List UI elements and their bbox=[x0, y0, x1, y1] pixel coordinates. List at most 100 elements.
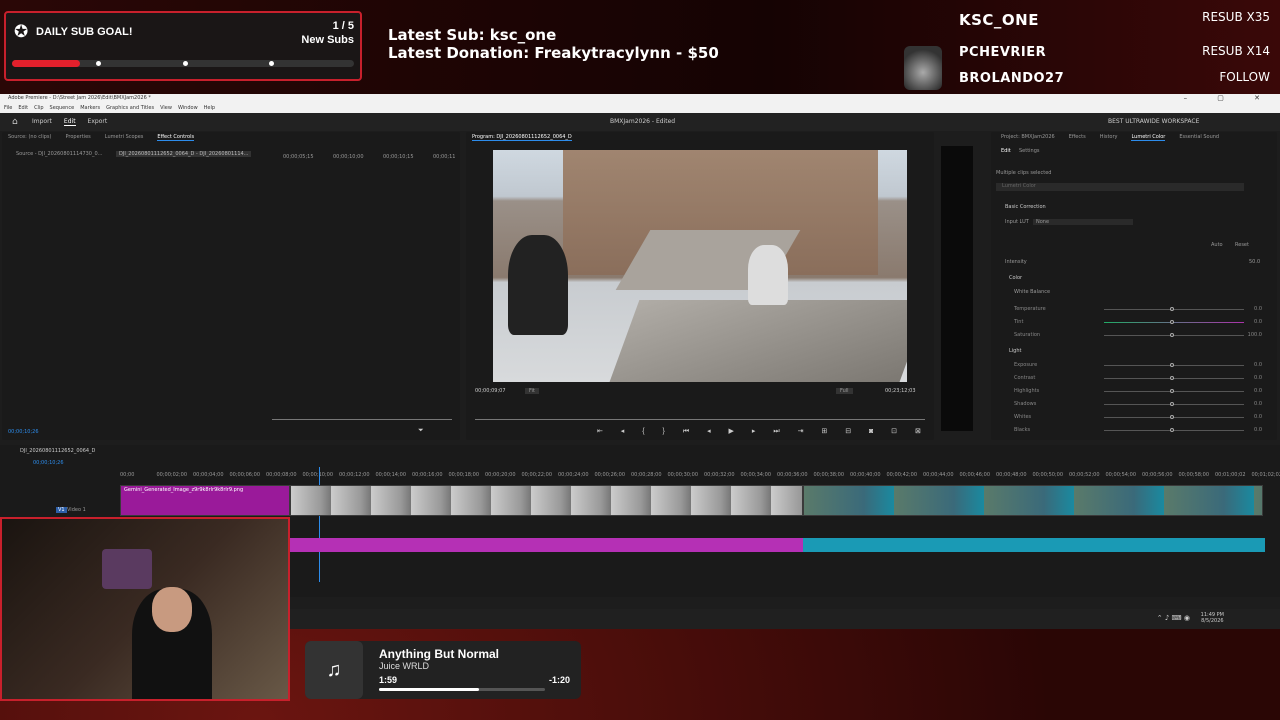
slider-value[interactable]: 0.0 bbox=[1254, 401, 1262, 407]
mug-icon bbox=[904, 46, 942, 90]
slider-value[interactable]: 0.0 bbox=[1254, 427, 1262, 433]
slider-whites[interactable]: Whites 0.0 bbox=[1014, 414, 1262, 422]
lumetri-edit-tab[interactable]: Edit bbox=[1001, 148, 1011, 154]
ruler-tick: 00;00 bbox=[120, 472, 135, 478]
menu-file[interactable]: File bbox=[4, 105, 12, 111]
slider-knob[interactable] bbox=[1170, 415, 1174, 419]
time-ruler[interactable]: 00;00 00;00;02;00 00;00;04;00 00;00;06;00 00… bbox=[120, 472, 1280, 480]
menu-clip[interactable]: Clip bbox=[34, 105, 43, 111]
window-title: Adobe Premiere - D:\Street Jam 2026\Edit… bbox=[8, 95, 151, 101]
tab-export[interactable]: Export bbox=[88, 118, 108, 125]
slider-highlights[interactable]: Highlights 0.0 bbox=[1014, 388, 1262, 396]
basic-correction-header[interactable]: Basic Correction bbox=[1005, 204, 1046, 210]
slider-track[interactable] bbox=[1104, 430, 1244, 431]
ruler-tick: 00;00;02;00 bbox=[156, 472, 188, 478]
sub-row: PCHEVRIER RESUB X14 bbox=[948, 41, 1276, 65]
goal-marker bbox=[269, 61, 274, 66]
tab-edit[interactable]: Edit bbox=[63, 118, 76, 126]
slider-value[interactable]: 0.0 bbox=[1254, 414, 1262, 420]
tab-lumetri-color[interactable]: Lumetri Color bbox=[1131, 134, 1166, 141]
menu-window[interactable]: Window bbox=[178, 105, 198, 111]
slider-exposure[interactable]: Exposure 0.0 bbox=[1014, 362, 1262, 370]
video-clip[interactable] bbox=[803, 485, 1263, 516]
resolution-dropdown[interactable]: Full bbox=[836, 388, 853, 394]
track-v1[interactable]: V1 bbox=[56, 507, 67, 513]
tab-history[interactable]: History bbox=[1100, 134, 1118, 140]
slider-tint[interactable]: Tint 0.0 bbox=[1014, 319, 1262, 327]
tab-program[interactable]: Program: DJI_20260801112652_0064_D bbox=[472, 134, 572, 141]
video-clip[interactable] bbox=[290, 485, 803, 516]
reset-button[interactable]: Reset bbox=[1235, 242, 1249, 248]
slider-temperature[interactable]: Temperature 0.0 bbox=[1014, 306, 1262, 314]
tab-import[interactable]: Import bbox=[32, 118, 52, 125]
transport-controls[interactable]: ⇤ ◂ { } ⏮ ◂ ▶ ▸ ⏭ ⇥ ⊞ ⊟ ◙ ⊡ ⊠ bbox=[597, 427, 929, 436]
slider-value[interactable]: 0.0 bbox=[1254, 375, 1262, 381]
slider-track[interactable] bbox=[1104, 391, 1244, 392]
tab-essential-sound[interactable]: Essential Sound bbox=[1179, 134, 1219, 140]
slider-knob[interactable] bbox=[1170, 320, 1174, 324]
auto-button[interactable]: Auto bbox=[1211, 242, 1223, 248]
slider-value[interactable]: 100.0 bbox=[1248, 332, 1262, 338]
ruler-tick: 00;00;06;00 bbox=[229, 472, 261, 478]
menu-view[interactable]: View bbox=[160, 105, 172, 111]
light-section-header[interactable]: Light bbox=[1009, 348, 1021, 354]
menu-help[interactable]: Help bbox=[204, 105, 215, 111]
slider-saturation[interactable]: Saturation 100.0 bbox=[1014, 332, 1262, 340]
workspace-name[interactable]: BEST ULTRAWIDE WORKSPACE bbox=[1108, 113, 1199, 131]
window-controls[interactable]: – ▢ ✕ bbox=[1184, 94, 1274, 103]
menu-sequence[interactable]: Sequence bbox=[50, 105, 75, 111]
slider-knob[interactable] bbox=[1170, 402, 1174, 406]
slider-track[interactable] bbox=[1104, 378, 1244, 379]
slider-track[interactable] bbox=[1104, 404, 1244, 405]
fit-dropdown[interactable]: Fit bbox=[525, 388, 539, 394]
slider-value[interactable]: 0.0 bbox=[1254, 388, 1262, 394]
menu-markers[interactable]: Markers bbox=[80, 105, 100, 111]
slider-knob[interactable] bbox=[1170, 428, 1174, 432]
program-scrub-bar[interactable] bbox=[475, 419, 925, 420]
slider-track[interactable] bbox=[1104, 335, 1244, 336]
home-icon[interactable]: ⌂ bbox=[12, 113, 18, 131]
effect-scrollbar[interactable] bbox=[272, 419, 452, 420]
slider-knob[interactable] bbox=[1170, 307, 1174, 311]
slider-value[interactable]: 0.0 bbox=[1254, 319, 1262, 325]
tab-properties[interactable]: Properties bbox=[65, 134, 90, 140]
intensity-value[interactable]: 50.0 bbox=[1249, 259, 1260, 265]
slider-track[interactable] bbox=[1104, 365, 1244, 366]
slider-track[interactable] bbox=[1104, 322, 1244, 323]
input-lut-dropdown[interactable]: None bbox=[1033, 219, 1133, 225]
lumetri-effect-dropdown[interactable]: Lumetri Color bbox=[996, 183, 1244, 191]
slider-track[interactable] bbox=[1104, 417, 1244, 418]
slider-blacks[interactable]: Blacks 0.0 bbox=[1014, 427, 1262, 435]
slider-shadows[interactable]: Shadows 0.0 bbox=[1014, 401, 1262, 409]
slider-knob[interactable] bbox=[1170, 389, 1174, 393]
slider-value[interactable]: 0.0 bbox=[1254, 306, 1262, 312]
sequence-tab[interactable]: DJI_20260801112652_0064_D bbox=[20, 448, 95, 454]
audio-clip[interactable] bbox=[290, 538, 803, 552]
tab-effect-controls[interactable]: Effect Controls bbox=[157, 134, 195, 141]
sub-name: BROLANDO27 bbox=[959, 71, 1065, 86]
slider-track[interactable] bbox=[1104, 309, 1244, 310]
tab-project[interactable]: Project: BMXJam2026 bbox=[1001, 134, 1055, 140]
slider-knob[interactable] bbox=[1170, 376, 1174, 380]
tab-effects[interactable]: Effects bbox=[1069, 134, 1086, 140]
slider-knob[interactable] bbox=[1170, 333, 1174, 337]
audio-clip[interactable] bbox=[803, 538, 1265, 552]
graphic-clip[interactable]: Gemini_Generated_Image_z9r9k8rlr9k8rlr9.… bbox=[120, 485, 290, 516]
timeline-timecode[interactable]: 00;00;10;26 bbox=[33, 460, 64, 466]
tab-source[interactable]: Source: (no clips) bbox=[8, 134, 51, 140]
slider-contrast[interactable]: Contrast 0.0 bbox=[1014, 375, 1262, 383]
menu-graphics[interactable]: Graphics and Titles bbox=[106, 105, 154, 111]
menu-edit[interactable]: Edit bbox=[18, 105, 28, 111]
effect-clip-source[interactable]: Source - DJI_20260801114730_0... bbox=[16, 151, 102, 157]
tray-icons[interactable]: ⌃ ♪ ⌨ ◉ bbox=[1157, 614, 1190, 622]
taskbar-clock[interactable]: 11:49 PM 8/5/2026 bbox=[1201, 612, 1224, 624]
filter-icon[interactable]: ⏷ bbox=[418, 427, 424, 435]
slider-knob[interactable] bbox=[1170, 363, 1174, 367]
tab-lumetri-scopes[interactable]: Lumetri Scopes bbox=[105, 134, 144, 140]
lumetri-settings-tab[interactable]: Settings bbox=[1019, 148, 1040, 154]
program-timecode[interactable]: 00;00;09;07 bbox=[475, 388, 506, 394]
color-section-header[interactable]: Color bbox=[1009, 275, 1022, 281]
effect-clip-target[interactable]: DJI_20260801112652_0064_D - DJI_20260801… bbox=[116, 151, 252, 157]
slider-value[interactable]: 0.0 bbox=[1254, 362, 1262, 368]
effect-timecode[interactable]: 00;00;10;26 bbox=[8, 429, 39, 435]
